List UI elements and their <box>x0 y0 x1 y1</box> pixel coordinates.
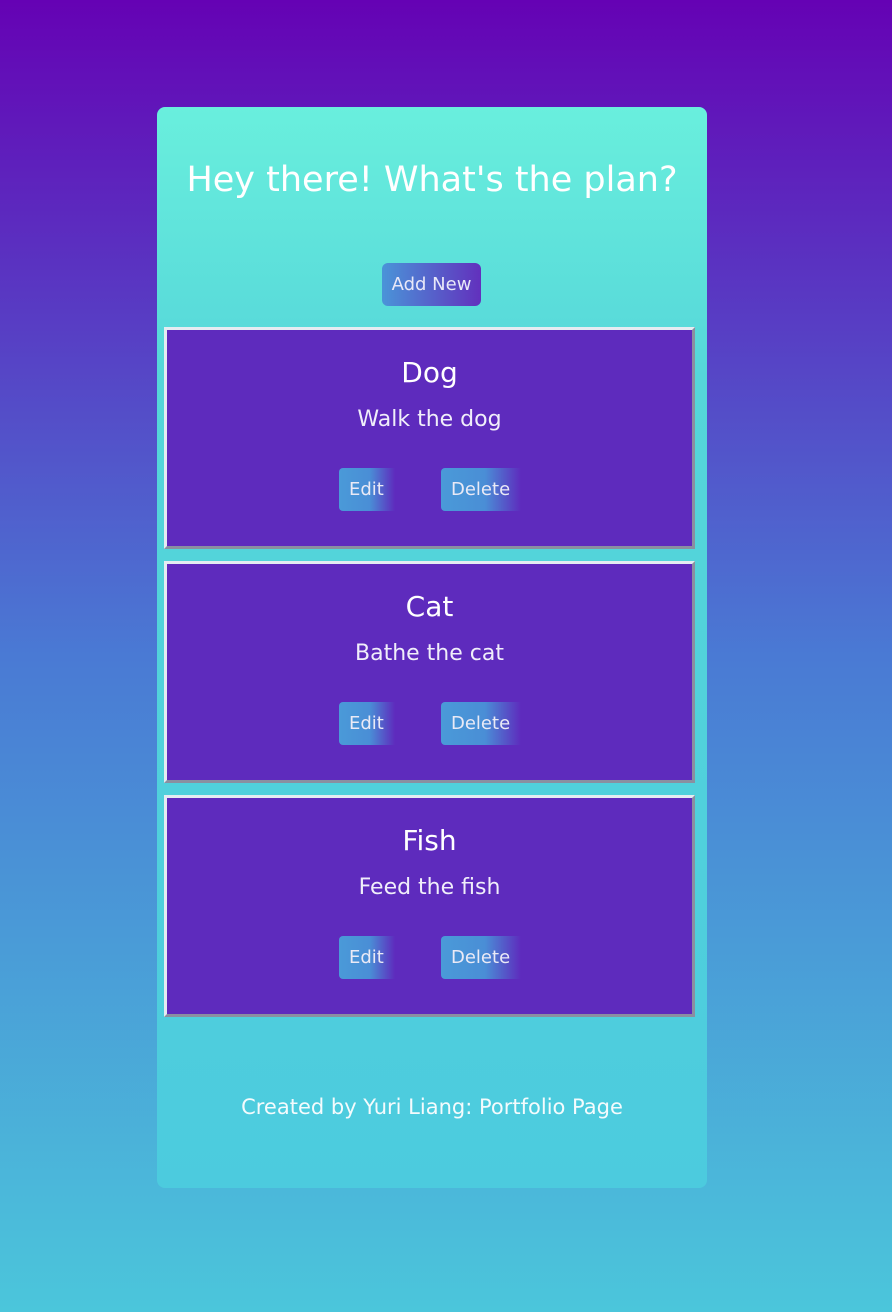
task-description: Bathe the cat <box>355 641 504 666</box>
delete-button[interactable]: Delete <box>441 702 521 745</box>
task-description: Walk the dog <box>357 407 502 432</box>
task-title: Fish <box>402 824 457 857</box>
page-title: Hey there! What's the plan? <box>186 160 678 200</box>
task-item-fish: Fish Feed the fish Edit Delete <box>164 795 695 1017</box>
edit-button[interactable]: Edit <box>339 468 395 511</box>
task-description: Feed the fish <box>358 875 501 900</box>
footer: Created by Yuri Liang: Portfolio Page <box>157 1093 707 1121</box>
delete-button[interactable]: Delete <box>441 936 521 979</box>
delete-button[interactable]: Delete <box>441 468 521 511</box>
portfolio-link[interactable]: Portfolio Page <box>479 1095 623 1119</box>
edit-button[interactable]: Edit <box>339 702 395 745</box>
task-item-dog: Dog Walk the dog Edit Delete <box>164 327 695 549</box>
edit-button[interactable]: Edit <box>339 936 395 979</box>
planner-card: Hey there! What's the plan? Add New Dog … <box>157 107 707 1188</box>
add-new-button[interactable]: Add New <box>382 263 481 306</box>
task-title: Cat <box>405 590 454 623</box>
task-item-cat: Cat Bathe the cat Edit Delete <box>164 561 695 783</box>
task-title: Dog <box>401 356 458 389</box>
footer-credit: Created by Yuri Liang: <box>241 1095 479 1119</box>
